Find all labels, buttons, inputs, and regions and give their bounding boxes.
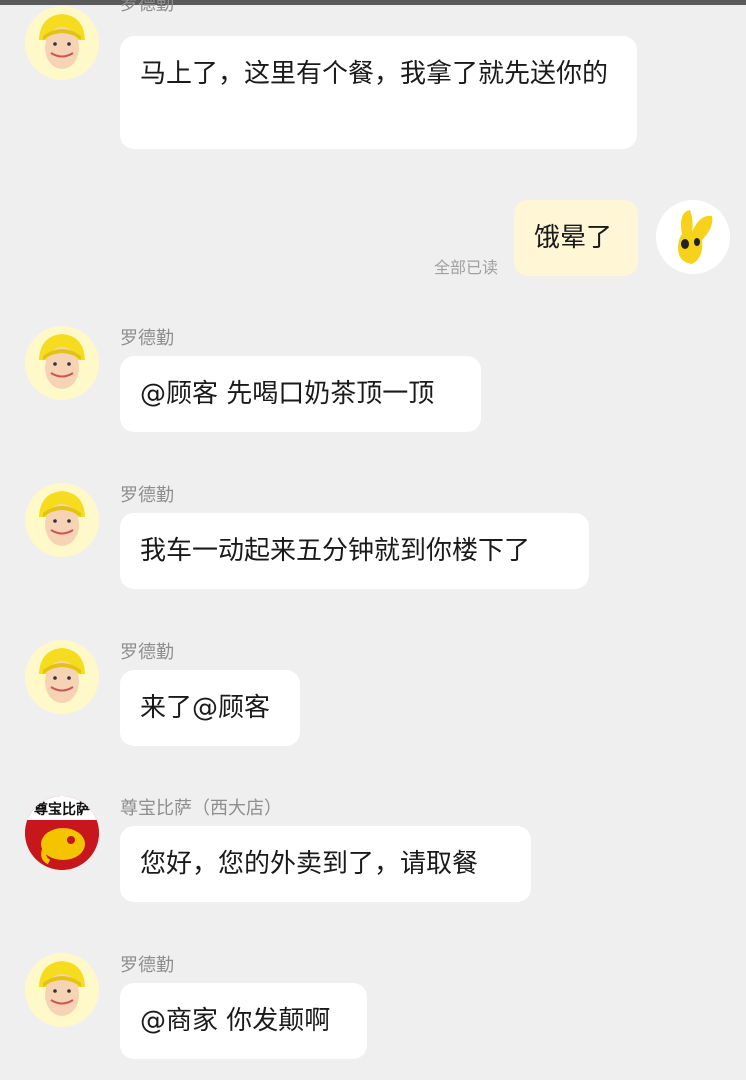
sender-name: 罗德勤 [120,328,174,349]
message-bubble[interactable]: 饿晕了 [514,200,638,276]
sender-name: 罗德勤 [120,955,174,976]
sender-name: 罗德勤 [120,485,174,506]
message-bubble[interactable]: @顾客 先喝口奶茶顶一顶 [120,356,481,432]
sender-name: 罗德勤 [120,0,174,15]
status-bar [0,0,746,5]
read-status: 全部已读 [434,258,499,277]
message-bubble[interactable]: 我车一动起来五分钟就到你楼下了 [120,513,589,589]
rider-avatar-icon[interactable] [25,640,99,714]
message-bubble[interactable]: 您好，您的外卖到了，请取餐 [120,826,531,902]
shop-logo-icon[interactable]: 尊宝比萨 [25,796,99,870]
sender-name: 罗德勤 [120,642,174,663]
sender-name: 尊宝比萨（西大店） [120,798,282,819]
rider-avatar-icon[interactable] [25,483,99,557]
message-bubble[interactable]: @商家 你发颠啊 [120,983,367,1059]
user-avatar-icon[interactable] [656,200,730,274]
rider-avatar-icon[interactable] [25,953,99,1027]
message-bubble[interactable]: 马上了，这里有个餐，我拿了就先送你的 [120,36,637,149]
message-bubble[interactable]: 来了@顾客 [120,670,300,746]
svg-text:尊宝比萨: 尊宝比萨 [34,801,90,818]
rider-avatar-icon[interactable] [25,326,99,400]
rider-avatar-icon[interactable] [25,6,99,80]
